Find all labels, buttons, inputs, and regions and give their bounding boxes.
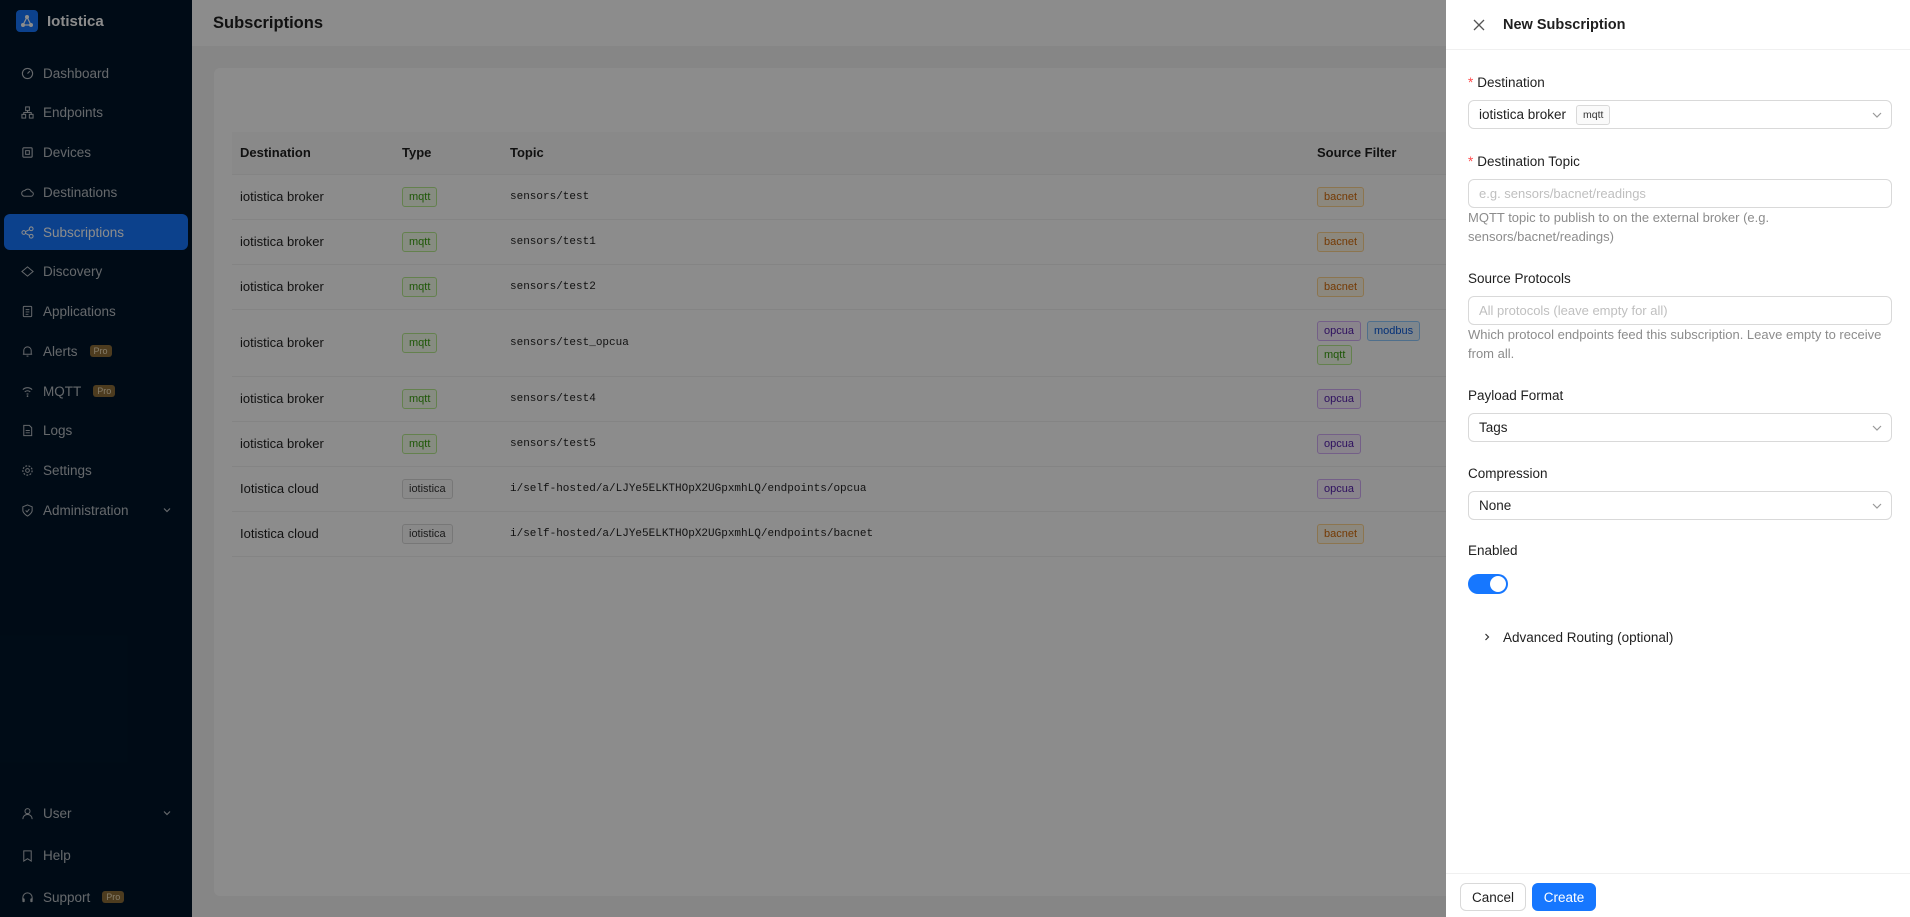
source-protocols-select[interactable] (1468, 296, 1892, 325)
source-protocols-help: Which protocol endpoints feed this subsc… (1468, 327, 1882, 361)
destination-type-tag: mqtt (1576, 104, 1611, 125)
destination-topic-help: MQTT topic to publish to on the external… (1468, 210, 1770, 244)
chevron-down-icon (1871, 500, 1883, 515)
toggle-knob (1490, 576, 1506, 592)
destination-label: * Destination (1468, 75, 1545, 90)
payload-format-value: Tags (1479, 420, 1508, 435)
compression-select[interactable]: None (1468, 491, 1892, 520)
drawer-title: New Subscription (1503, 16, 1626, 33)
payload-format-select[interactable]: Tags (1468, 413, 1892, 442)
drawer-footer: Cancel Create (1446, 873, 1910, 917)
drawer-header: New Subscription (1446, 0, 1910, 50)
chevron-down-icon (1871, 109, 1883, 124)
payload-format-label: Payload Format (1468, 388, 1564, 403)
compression-value: None (1479, 498, 1512, 513)
destination-select[interactable]: iotistica broker mqtt (1468, 100, 1892, 129)
compression-label: Compression (1468, 466, 1548, 481)
destination-topic-input[interactable] (1468, 179, 1892, 208)
enabled-toggle[interactable] (1468, 574, 1508, 594)
advanced-routing-label: Advanced Routing (optional) (1503, 630, 1674, 645)
close-icon[interactable] (1472, 18, 1486, 32)
chevron-down-icon (1871, 422, 1883, 437)
source-protocols-label: Source Protocols (1468, 271, 1571, 286)
chevron-right-icon (1482, 630, 1492, 645)
advanced-routing-collapse[interactable]: Advanced Routing (optional) (1482, 630, 1673, 645)
cancel-button[interactable]: Cancel (1460, 883, 1526, 911)
new-subscription-drawer: New Subscription * Destination iotistica … (1446, 0, 1910, 917)
destination-select-value: iotistica broker (1479, 107, 1567, 122)
destination-topic-label: * Destination Topic (1468, 154, 1580, 169)
enabled-label: Enabled (1468, 543, 1518, 558)
create-button[interactable]: Create (1532, 883, 1596, 911)
